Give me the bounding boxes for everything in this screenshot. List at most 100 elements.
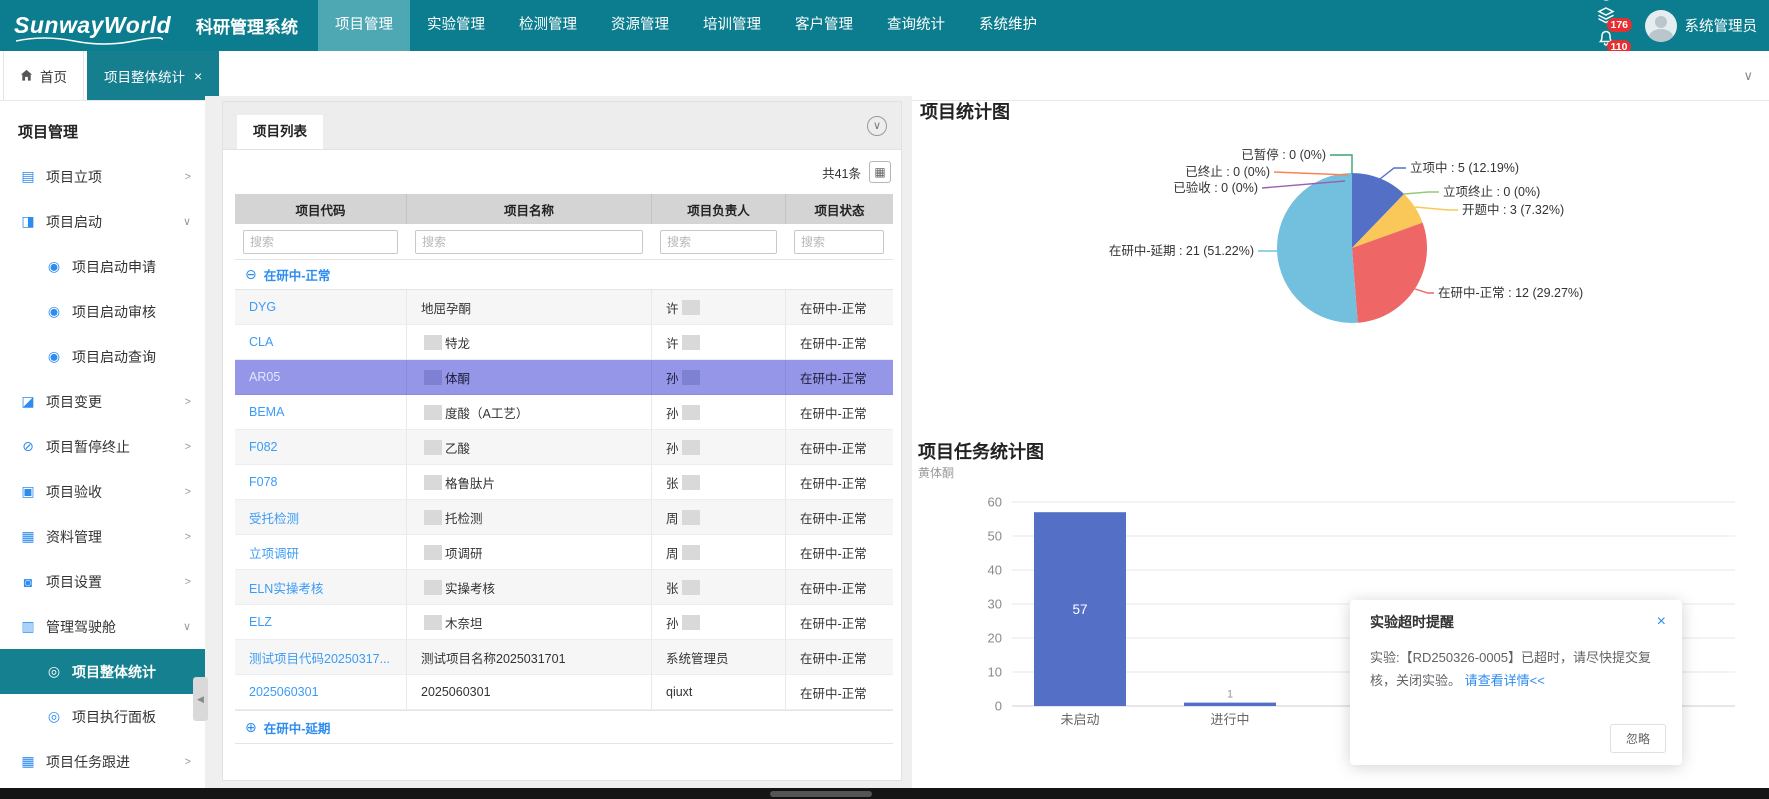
- group-row-expanded[interactable]: ⊖ 在研中-正常: [235, 260, 893, 290]
- project-name-cell: 托检测: [407, 500, 652, 535]
- column-header[interactable]: 项目代码: [235, 194, 407, 224]
- nav-item[interactable]: 客户管理: [778, 0, 870, 51]
- table-settings-icon[interactable]: ▦: [869, 161, 891, 183]
- y-axis-tick: 0: [995, 699, 1002, 714]
- sidebar-item[interactable]: ◉项目启动审核: [0, 289, 205, 334]
- sidebar-item[interactable]: ▦资料管理>: [0, 514, 205, 559]
- sidebar-item[interactable]: ▦项目任务跟进>: [0, 739, 205, 784]
- table-row[interactable]: ELN实操考核实操考核张在研中-正常: [235, 570, 893, 605]
- project-name-cell: 木奈坦: [407, 605, 652, 640]
- popup-detail-link[interactable]: 请查看详情<<: [1465, 673, 1545, 688]
- project-code-link[interactable]: F082: [249, 440, 278, 454]
- project-code-cell: 立项调研: [235, 535, 407, 570]
- group-label[interactable]: 在研中-延期: [264, 718, 331, 737]
- project-code-link[interactable]: ELZ: [249, 615, 272, 629]
- project-code-link[interactable]: DYG: [249, 300, 276, 314]
- user-name[interactable]: 系统管理员: [1685, 15, 1758, 36]
- table-row[interactable]: AR05体酮孙在研中-正常: [235, 360, 893, 395]
- column-search-input[interactable]: [415, 230, 643, 254]
- redacted-block: [682, 475, 700, 490]
- nav-item[interactable]: 查询统计: [870, 0, 962, 51]
- sidebar-item[interactable]: ◨项目启动∨: [0, 199, 205, 244]
- nav-item[interactable]: 资源管理: [594, 0, 686, 51]
- project-code-cell: AR05: [235, 360, 407, 395]
- chevron-right-icon[interactable]: >: [185, 441, 191, 453]
- column-search-input[interactable]: [794, 230, 884, 254]
- sidebar-item[interactable]: ▤项目立项>: [0, 154, 205, 199]
- sidebar-item-icon: ▥: [18, 618, 38, 635]
- nav-item[interactable]: 实验管理: [410, 0, 502, 51]
- page-tabbar: 首页 项目整体统计 × ∨: [0, 51, 1769, 101]
- project-code-link[interactable]: ELN实操考核: [249, 578, 323, 597]
- sidebar-item[interactable]: ▣项目验收>: [0, 469, 205, 514]
- project-name-cell: 体酮: [407, 360, 652, 395]
- nav-item[interactable]: 系统维护: [962, 0, 1054, 51]
- ignore-button[interactable]: 忽略: [1610, 724, 1666, 753]
- column-search-input[interactable]: [660, 230, 777, 254]
- chevron-right-icon[interactable]: >: [185, 576, 191, 588]
- table-row[interactable]: F078格鲁肽片张在研中-正常: [235, 465, 893, 500]
- column-header[interactable]: 项目负责人: [652, 194, 786, 224]
- table-row[interactable]: DYG地屈孕酮许在研中-正常: [235, 290, 893, 325]
- column-header[interactable]: 项目状态: [786, 194, 893, 224]
- pie-leader-line: [1415, 207, 1458, 210]
- bottom-scrollbar-thumb[interactable]: [770, 791, 872, 797]
- project-code-link[interactable]: AR05: [249, 370, 280, 384]
- sidebar-item[interactable]: ◉项目启动查询: [0, 334, 205, 379]
- tab-close-icon[interactable]: ×: [194, 68, 202, 84]
- expand-group-icon[interactable]: ⊕: [245, 719, 257, 736]
- group-row-collapsed[interactable]: ⊕ 在研中-延期: [235, 710, 893, 744]
- project-code-link[interactable]: 测试项目代码20250317...: [249, 648, 390, 667]
- popup-close-icon[interactable]: ×: [1657, 614, 1666, 630]
- chevron-right-icon[interactable]: >: [185, 171, 191, 183]
- nav-item[interactable]: 检测管理: [502, 0, 594, 51]
- table-row[interactable]: F082乙酸孙在研中-正常: [235, 430, 893, 465]
- nav-item[interactable]: 项目管理: [318, 0, 410, 51]
- sidebar-item[interactable]: ◎项目执行面板: [0, 694, 205, 739]
- sidebar-item-label: 项目启动审核: [72, 302, 156, 322]
- project-code-link[interactable]: F078: [249, 475, 278, 489]
- project-list-tab[interactable]: 项目列表: [237, 115, 323, 149]
- sidebar-item[interactable]: ◎项目整体统计: [0, 649, 205, 694]
- table-row[interactable]: CLA特龙许在研中-正常: [235, 325, 893, 360]
- chevron-right-icon[interactable]: >: [185, 756, 191, 768]
- sidebar-item[interactable]: ◉项目启动申请: [0, 244, 205, 289]
- sidebar-item-icon: ◎: [44, 663, 64, 680]
- table-row[interactable]: 20250603012025060301qiuxt在研中-正常: [235, 675, 893, 710]
- chevron-down-icon[interactable]: ∨: [183, 215, 191, 228]
- column-header[interactable]: 项目名称: [407, 194, 652, 224]
- nav-item[interactable]: 培训管理: [686, 0, 778, 51]
- table-row[interactable]: 测试项目代码20250317...测试项目名称2025031701系统管理员在研…: [235, 640, 893, 675]
- chevron-right-icon[interactable]: >: [185, 396, 191, 408]
- sidebar-item[interactable]: ◙项目设置>: [0, 559, 205, 604]
- table-row[interactable]: 受托检测托检测周在研中-正常: [235, 500, 893, 535]
- tabbar-chevron-down-icon[interactable]: ∨: [1743, 68, 1769, 84]
- sidebar-item[interactable]: ⊘项目暂停终止>: [0, 424, 205, 469]
- project-code-link[interactable]: 受托检测: [249, 508, 299, 527]
- tab-project-overall-stats[interactable]: 项目整体统计 ×: [87, 51, 219, 100]
- project-code-link[interactable]: CLA: [249, 335, 273, 349]
- sidebar-item[interactable]: ▥管理驾驶舱∨: [0, 604, 205, 649]
- pie-leader-line: [1415, 289, 1434, 293]
- column-search-input[interactable]: [243, 230, 398, 254]
- pie-slice[interactable]: [1277, 173, 1358, 323]
- panel-collapse-icon[interactable]: ∨: [867, 116, 887, 136]
- project-code-link[interactable]: 2025060301: [249, 685, 319, 699]
- chevron-right-icon[interactable]: >: [185, 531, 191, 543]
- search-cell: [652, 230, 786, 254]
- bar[interactable]: [1184, 703, 1276, 706]
- table-row[interactable]: ELZ木奈坦孙在研中-正常: [235, 605, 893, 640]
- chevron-right-icon[interactable]: >: [185, 486, 191, 498]
- project-code-link[interactable]: BEMA: [249, 405, 284, 419]
- collapse-group-icon[interactable]: ⊖: [245, 266, 257, 283]
- table-row[interactable]: 立项调研项调研周在研中-正常: [235, 535, 893, 570]
- tab-home[interactable]: 首页: [3, 51, 84, 100]
- group-label[interactable]: 在研中-正常: [264, 265, 331, 284]
- user-avatar[interactable]: [1645, 10, 1677, 42]
- table-row[interactable]: BEMA度酸（A工艺）孙在研中-正常: [235, 395, 893, 430]
- chevron-down-icon[interactable]: ∨: [183, 620, 191, 633]
- redacted-block: [682, 440, 700, 455]
- project-code-link[interactable]: 立项调研: [249, 543, 299, 562]
- sidebar-collapse-handle[interactable]: ◀: [193, 677, 208, 721]
- sidebar-item[interactable]: ◪项目变更>: [0, 379, 205, 424]
